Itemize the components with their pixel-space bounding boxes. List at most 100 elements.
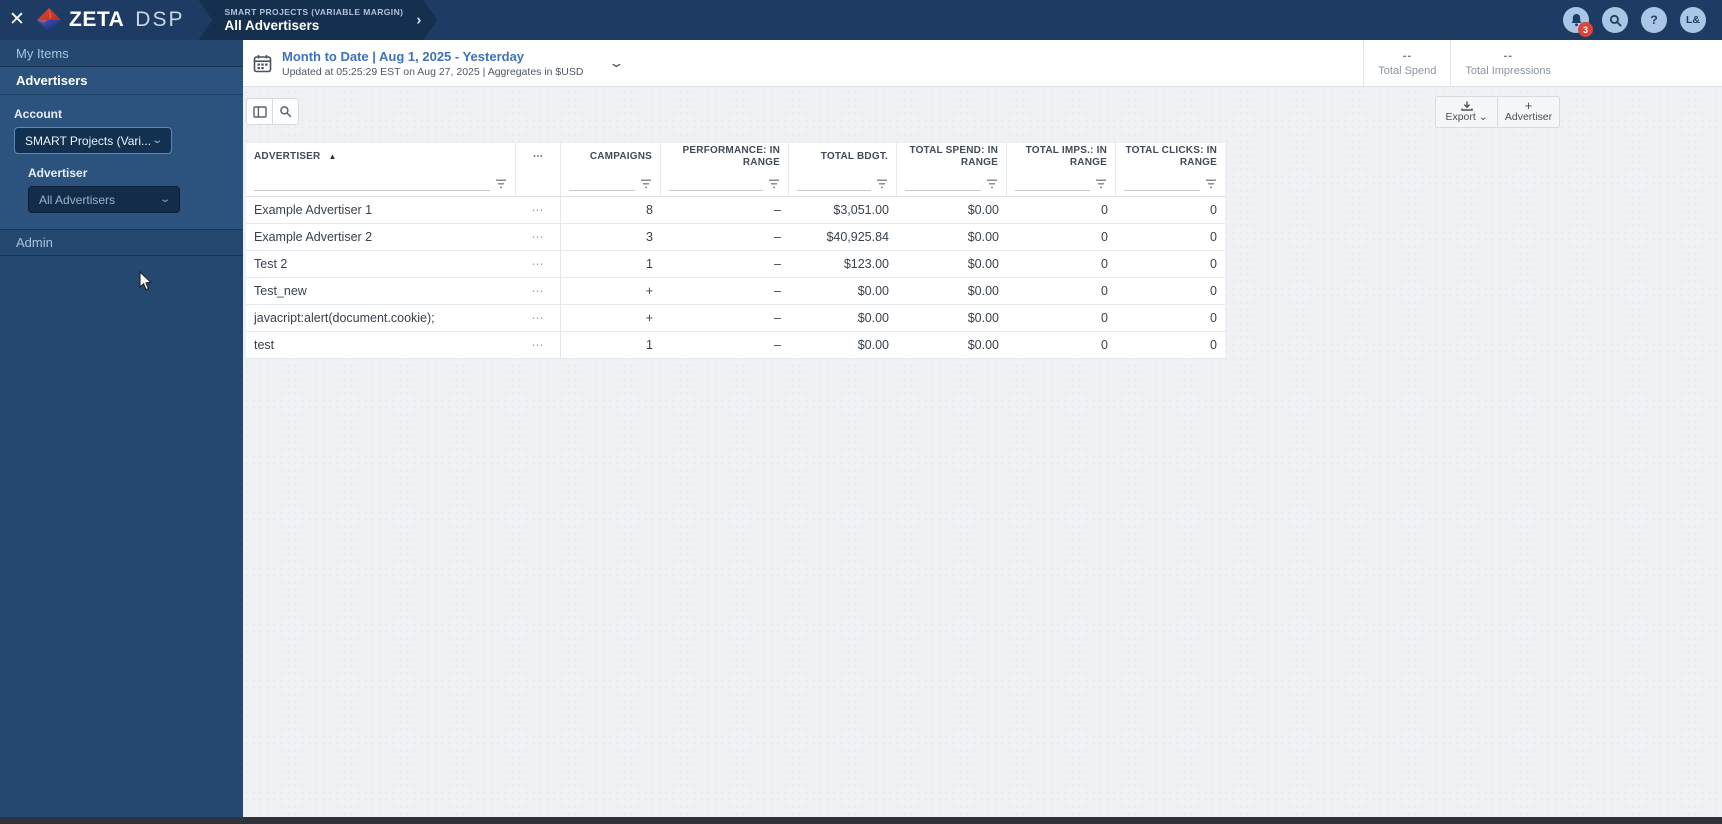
export-button[interactable]: Export ⌄ [1435, 96, 1498, 128]
sidebar-advertisers-section: Advertisers Account SMART Projects (Vari… [0, 67, 243, 230]
account-select[interactable]: SMART Projects (Vari... ⌄ [14, 127, 172, 154]
notifications-button[interactable]: 3 [1563, 7, 1593, 37]
date-picker-chevron-icon[interactable]: ⌄ [609, 55, 625, 71]
advertisers-label: Advertisers [16, 73, 88, 88]
total-spend-value: -- [1402, 49, 1413, 62]
campaigns-cell[interactable]: 1 [561, 332, 661, 358]
table-row[interactable]: test ⋯ 1 – $0.00 $0.00 0 0 [246, 332, 1225, 359]
filter-cell-performance [661, 171, 789, 196]
total-spend-cell: $0.00 [967, 338, 999, 352]
filter-funnel-icon[interactable] [640, 179, 652, 189]
total-imps-cell: 0 [1101, 257, 1108, 271]
filter-input-total-clicks[interactable] [1124, 176, 1200, 191]
toolbar-right-buttons: Export ⌄ + Advertiser [1435, 96, 1560, 128]
table-row[interactable]: Test_new ⋯ + – $0.00 $0.00 0 0 [246, 278, 1225, 305]
breadcrumb-page: All Advertisers [224, 18, 320, 33]
export-label: Export ⌄ [1445, 111, 1488, 124]
column-header-total-clicks[interactable]: TOTAL CLICKS: IN RANGE [1116, 143, 1225, 171]
filter-funnel-icon[interactable] [768, 179, 780, 189]
date-range-picker[interactable]: Month to Date | Aug 1, 2025 - Yesterday … [253, 49, 625, 78]
campaigns-cell[interactable]: 1 [561, 251, 661, 277]
table-search-button[interactable] [272, 98, 299, 125]
advertiser-select[interactable]: All Advertisers ⌄ [28, 186, 180, 213]
filter-funnel-icon[interactable] [1095, 179, 1107, 189]
filter-cell-total-clicks [1116, 171, 1225, 196]
search-icon [280, 106, 292, 118]
row-actions-button[interactable]: ⋯ [516, 278, 561, 304]
column-header-actions[interactable]: ⋯ [516, 143, 561, 171]
filter-funnel-icon[interactable] [1205, 179, 1217, 189]
sidebar-item-advertisers[interactable]: Advertisers [0, 67, 243, 95]
column-header-total-spend[interactable]: TOTAL SPEND: IN RANGE [897, 143, 1007, 171]
row-actions-button[interactable]: ⋯ [516, 197, 561, 223]
campaigns-cell[interactable]: 3 [561, 224, 661, 250]
total-spend-cell: $0.00 [967, 257, 999, 271]
table-toolbar: Export ⌄ + Advertiser [243, 87, 1722, 143]
filter-input-total-spend[interactable] [905, 176, 981, 191]
column-header-performance[interactable]: PERFORMANCE: IN RANGE [661, 143, 789, 171]
summary-stats: -- Total Spend -- Total Impressions [1363, 40, 1565, 86]
filter-funnel-icon[interactable] [986, 179, 998, 189]
breadcrumb[interactable]: SMART PROJECTS (VARIABLE MARGIN) All Adv… [198, 0, 437, 40]
advertiser-name-cell[interactable]: Example Advertiser 1 [246, 197, 516, 223]
campaigns-cell[interactable]: 8 [561, 197, 661, 223]
table-row[interactable]: Test 2 ⋯ 1 – $123.00 $0.00 0 0 [246, 251, 1225, 278]
column-header-advertiser[interactable]: ADVERTISER ▲ [246, 143, 516, 171]
advertiser-column-label: ADVERTISER [254, 151, 321, 162]
performance-cell: – [774, 230, 781, 244]
close-icon[interactable]: ✕ [0, 0, 34, 40]
advertiser-name-cell[interactable]: javacript:alert(document.cookie); [246, 305, 516, 331]
advertiser-name-cell[interactable]: test [246, 332, 516, 358]
columns-icon [252, 105, 267, 118]
filter-funnel-icon[interactable] [495, 179, 507, 189]
column-header-total-imps[interactable]: TOTAL IMPS.: IN RANGE [1007, 143, 1116, 171]
total-budget-cell: $40,925.84 [826, 230, 889, 244]
total-imps-cell: 0 [1101, 338, 1108, 352]
date-updated-subtitle: Updated at 05:25:29 EST on Aug 27, 2025 … [282, 65, 584, 78]
sidebar: My Items Advertisers Account SMART Proje… [0, 40, 243, 817]
campaigns-cell[interactable]: + [561, 278, 661, 304]
table-row[interactable]: Example Advertiser 1 ⋯ 8 – $3,051.00 $0.… [246, 197, 1225, 224]
sort-ascending-icon: ▲ [328, 152, 337, 162]
topbar: ✕ ZETA DSP SMART PROJECTS (VARIABLE MARG… [0, 0, 1722, 40]
row-actions-button[interactable]: ⋯ [516, 224, 561, 250]
table-row[interactable]: Example Advertiser 2 ⋯ 3 – $40,925.84 $0… [246, 224, 1225, 251]
column-header-total-budget[interactable]: TOTAL BDGT. [789, 143, 897, 171]
sidebar-item-my-items[interactable]: My Items [0, 40, 243, 67]
filter-cell-total-budget [789, 171, 897, 196]
search-icon [1609, 14, 1622, 27]
date-header-bar: Month to Date | Aug 1, 2025 - Yesterday … [243, 40, 1722, 87]
filter-input-total-imps[interactable] [1015, 176, 1090, 191]
column-header-campaigns[interactable]: CAMPAIGNS [561, 143, 661, 171]
row-actions-button[interactable]: ⋯ [516, 251, 561, 277]
filter-input-advertiser[interactable] [254, 176, 490, 191]
avatar-initials: L& [1686, 14, 1700, 26]
filter-input-campaigns[interactable] [569, 176, 635, 191]
calendar-icon [253, 54, 272, 72]
add-advertiser-button[interactable]: + Advertiser [1497, 96, 1560, 128]
avatar[interactable]: L& [1680, 7, 1706, 33]
brand-logo[interactable]: ZETA DSP [36, 7, 184, 33]
add-advertiser-label: Advertiser [1504, 111, 1553, 124]
help-button[interactable]: ? [1641, 7, 1667, 33]
total-spend-cell: $0.00 [967, 203, 999, 217]
table-row[interactable]: javacript:alert(document.cookie); ⋯ + – … [246, 305, 1225, 332]
advertiser-name-cell[interactable]: Test 2 [246, 251, 516, 277]
advertisers-table: ADVERTISER ▲ ⋯ CAMPAIGNS PERFORMANCE: IN… [246, 143, 1225, 359]
performance-cell: – [774, 338, 781, 352]
global-search-button[interactable] [1602, 7, 1628, 33]
campaigns-cell[interactable]: + [561, 305, 661, 331]
sidebar-item-admin[interactable]: Admin [0, 230, 243, 256]
filter-input-total-budget[interactable] [797, 176, 871, 191]
advertiser-name-cell[interactable]: Test_new [246, 278, 516, 304]
advertiser-name-cell[interactable]: Example Advertiser 2 [246, 224, 516, 250]
row-actions-button[interactable]: ⋯ [516, 332, 561, 358]
filter-input-performance[interactable] [669, 176, 763, 191]
column-settings-button[interactable] [246, 98, 273, 125]
total-clicks-cell: 0 [1210, 284, 1217, 298]
row-actions-button[interactable]: ⋯ [516, 305, 561, 331]
total-clicks-cell: 0 [1210, 338, 1217, 352]
filter-funnel-icon[interactable] [876, 179, 888, 189]
total-budget-cell: $123.00 [843, 257, 889, 271]
breadcrumb-chevron-icon[interactable]: › [416, 12, 421, 29]
